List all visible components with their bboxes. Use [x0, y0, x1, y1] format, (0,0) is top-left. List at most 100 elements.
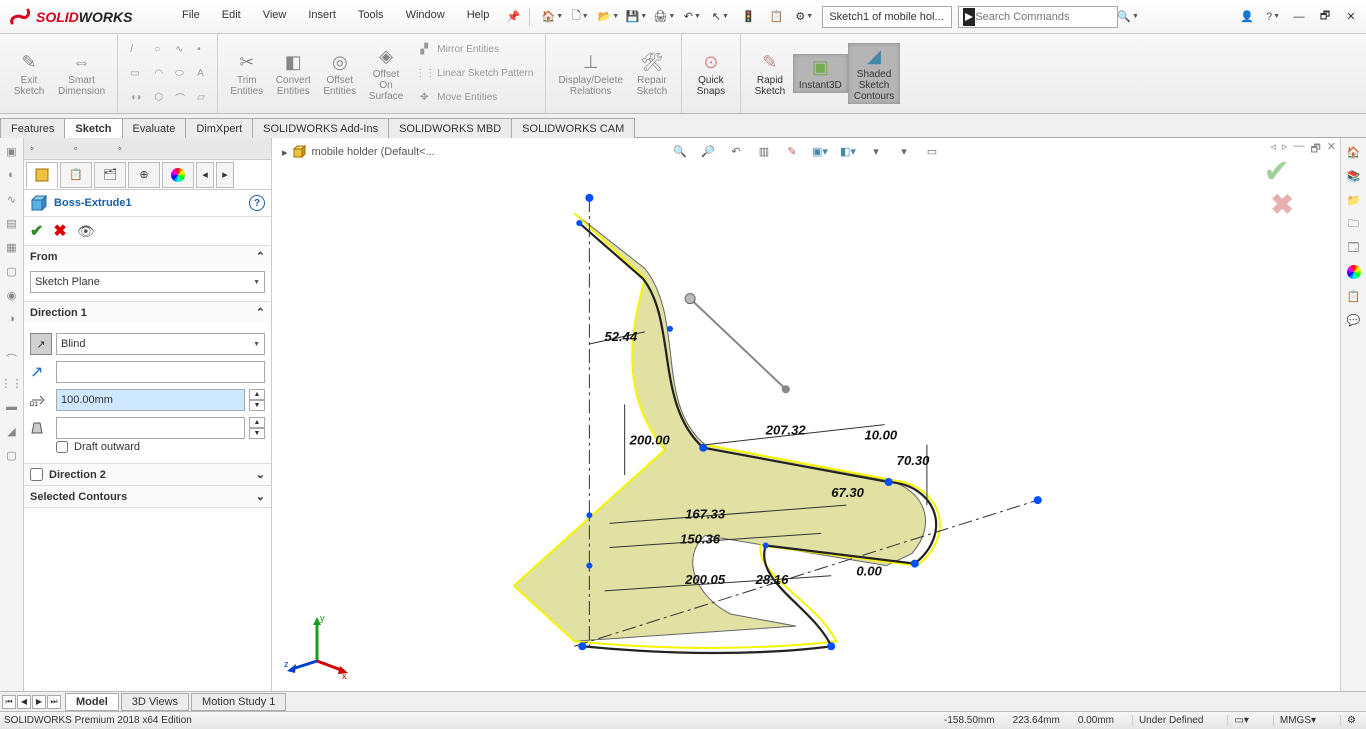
save-icon[interactable]: 💾▼	[624, 5, 648, 29]
print-icon[interactable]: 🖨▼	[652, 5, 676, 29]
pin-menu-icon[interactable]: 📌	[501, 5, 525, 29]
dim-52-44[interactable]: 52.44	[589, 329, 644, 344]
mirror-entities-button[interactable]: ▞Mirror Entities	[413, 39, 535, 61]
pm-dir2-header[interactable]: Direction 2 ⌄	[24, 464, 271, 485]
pm-ok-button[interactable]: ✔	[30, 221, 43, 241]
rail-sweep-icon[interactable]: ∿	[3, 190, 21, 208]
line-tool-icon[interactable]: /	[128, 39, 144, 61]
rail-revolve-icon[interactable]: ◐	[3, 166, 21, 184]
pm-direction-input[interactable]	[56, 361, 265, 383]
direction-vector-icon[interactable]: ↗	[30, 362, 52, 382]
text-tool-icon[interactable]: A	[195, 63, 207, 85]
fm-tab-property-manager[interactable]: 📋	[60, 162, 92, 188]
rail-rib-icon[interactable]: ▬	[3, 398, 21, 416]
taskpane-custom-props-icon[interactable]: 📋	[1344, 286, 1364, 306]
ellipse-tool-icon[interactable]: ⬭	[173, 63, 187, 85]
select-icon[interactable]: ↖▼	[708, 5, 732, 29]
pm-draft-outward-check[interactable]: Draft outward	[30, 439, 265, 455]
rail-extrude-icon[interactable]: ▣	[3, 142, 21, 160]
pm-reverse-direction-button[interactable]: ↗	[30, 333, 52, 355]
quick-snaps-button[interactable]: ⊙Quick Snaps	[688, 49, 734, 99]
rail-hole-icon[interactable]: ◉	[3, 286, 21, 304]
open-icon[interactable]: 📂▼	[596, 5, 620, 29]
rectangle-tool-icon[interactable]: ▭	[128, 63, 144, 85]
pm-draft-input[interactable]	[56, 417, 245, 439]
document-name[interactable]: Sketch1 of mobile hol...	[822, 6, 952, 28]
taskpane-home-icon[interactable]: 🏠	[1344, 142, 1364, 162]
rail-loft-icon[interactable]: ▤	[3, 214, 21, 232]
btab-3dviews[interactable]: 3D Views	[121, 693, 189, 711]
options-icon[interactable]: ⚙▼	[792, 5, 816, 29]
menu-file[interactable]: File	[172, 5, 210, 29]
fm-split2-icon[interactable]: ◦	[118, 143, 122, 155]
offset-entities-button[interactable]: ◎Offset Entities	[317, 49, 363, 99]
taskpane-resources-icon[interactable]: 📚	[1344, 166, 1364, 186]
pm-end-condition-select[interactable]: Blind ▼	[56, 333, 265, 355]
polygon-tool-icon[interactable]: ⬡	[152, 87, 165, 109]
pm-dir1-header[interactable]: Direction 1 ⌃	[24, 302, 271, 323]
taskpane-appearances-icon[interactable]	[1344, 262, 1364, 282]
dim-67-30[interactable]: 67.30	[831, 485, 864, 500]
tab-addins[interactable]: SOLIDWORKS Add-Ins	[252, 118, 389, 138]
fm-tab-configuration-manager[interactable]: 🗂	[94, 162, 126, 188]
rail-fillet-icon[interactable]: ⌒	[3, 350, 21, 368]
status-editing-icon[interactable]: ▭▾	[1227, 715, 1254, 726]
exit-sketch-button[interactable]: ✎ Exit Sketch	[6, 49, 52, 99]
rail-pattern-icon[interactable]: ⋮⋮	[3, 374, 21, 392]
search-input[interactable]	[975, 11, 1117, 23]
dim-28-16[interactable]: 28.16	[755, 572, 789, 587]
close-button[interactable]: ✕	[1342, 8, 1360, 26]
btab-last-icon[interactable]: ⏭	[47, 695, 61, 709]
tab-mbd[interactable]: SOLIDWORKS MBD	[388, 118, 512, 138]
convert-entities-button[interactable]: ◧Convert Entities	[270, 49, 317, 99]
menu-tools[interactable]: Tools	[348, 5, 394, 29]
undo-icon[interactable]: ↶▼	[680, 5, 704, 29]
menu-edit[interactable]: Edit	[212, 5, 251, 29]
instant3d-button[interactable]: ▣Instant3D	[793, 54, 848, 93]
dim-10-00[interactable]: 10.00	[864, 428, 897, 443]
draft-outward-checkbox[interactable]	[56, 441, 68, 453]
search-icon[interactable]: 🔍	[1117, 10, 1131, 23]
btab-motion-study[interactable]: Motion Study 1	[191, 693, 286, 711]
tab-dimxpert[interactable]: DimXpert	[185, 118, 253, 138]
display-delete-relations-button[interactable]: ⊥Display/Delete Relations	[552, 49, 628, 99]
taskpane-forum-icon[interactable]: 💬	[1344, 310, 1364, 330]
tab-sketch[interactable]: Sketch	[64, 118, 122, 138]
pm-help-icon[interactable]: ?	[249, 195, 265, 211]
spline-tool-icon[interactable]: ∿	[173, 39, 187, 61]
btab-model[interactable]: Model	[65, 693, 119, 711]
shaded-sketch-contours-button[interactable]: ◢Shaded Sketch Contours	[848, 43, 901, 104]
circle-tool-icon[interactable]: ○	[152, 39, 165, 61]
pm-preview-button[interactable]: 👁	[77, 223, 95, 240]
fm-tab-prev[interactable]: ◂	[196, 162, 214, 188]
minimize-button[interactable]: —	[1290, 8, 1308, 26]
rapid-sketch-button[interactable]: ✎Rapid Sketch	[747, 49, 793, 99]
arc-tool-icon[interactable]: ◠	[152, 63, 165, 85]
tab-cam[interactable]: SOLIDWORKS CAM	[511, 118, 635, 138]
rebuild-icon[interactable]: 🚦	[736, 5, 760, 29]
fm-tab-feature-manager[interactable]	[26, 162, 58, 188]
pm-draft-spinner[interactable]: ▲▼	[249, 417, 265, 439]
fm-pin-icon[interactable]: ◦	[30, 143, 34, 155]
restore-button[interactable]: 🗗	[1316, 8, 1334, 26]
taskpane-design-library-icon[interactable]: 📁	[1344, 190, 1364, 210]
menu-view[interactable]: View	[253, 5, 297, 29]
pm-depth-spinner[interactable]: ▲▼	[249, 389, 265, 411]
extrude-direction-handle[interactable]	[685, 294, 790, 394]
search-scope-icon[interactable]	[963, 8, 975, 26]
fm-tab-next[interactable]: ▸	[216, 162, 234, 188]
help-icon[interactable]: ?▼	[1264, 8, 1282, 26]
tab-evaluate[interactable]: Evaluate	[122, 118, 187, 138]
plane-tool-icon[interactable]: ▱	[195, 87, 207, 109]
rail-cut-extrude-icon[interactable]: ▢	[3, 262, 21, 280]
view-triad[interactable]: y x z	[282, 611, 352, 681]
rail-cut-revolve-icon[interactable]: ◑	[3, 310, 21, 328]
rail-shell-icon[interactable]: ▢	[3, 446, 21, 464]
taskpane-view-palette-icon[interactable]: 🗔	[1344, 238, 1364, 258]
status-gear-icon[interactable]: ⚙	[1340, 715, 1362, 726]
linear-pattern-button[interactable]: ⋮⋮Linear Sketch Pattern	[413, 63, 535, 85]
user-icon[interactable]: 👤	[1238, 8, 1256, 26]
move-entities-button[interactable]: ✥Move Entities	[413, 87, 535, 109]
dir2-checkbox[interactable]	[30, 468, 43, 481]
slot-tool-icon[interactable]: ◖◗	[128, 87, 144, 109]
